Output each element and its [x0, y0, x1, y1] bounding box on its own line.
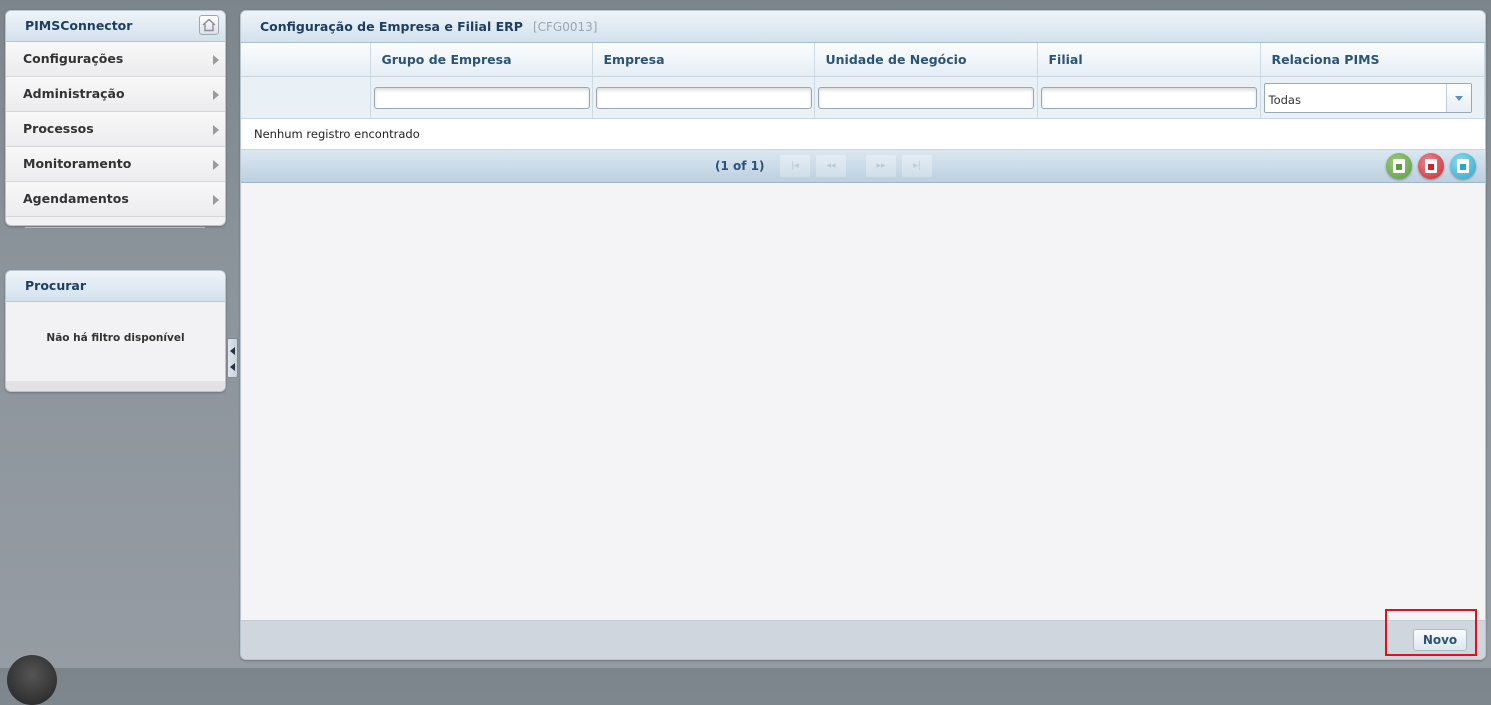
page-title: Configuração de Empresa e Filial ERP	[260, 19, 523, 34]
export-csv-icon[interactable]	[1450, 153, 1476, 179]
menu-item-label: Configurações	[23, 51, 124, 66]
empresa-filter-input[interactable]	[595, 86, 812, 109]
previous-page-button[interactable]: ◂◂	[816, 155, 846, 177]
no-filter-message: Não há filtro disponível	[46, 332, 185, 344]
column-header-relaciona-pims[interactable]: Relaciona PIMS	[1260, 43, 1485, 77]
column-header-select	[241, 43, 371, 77]
home-icon	[202, 18, 216, 32]
filter-row: Todas	[241, 76, 1485, 119]
collapse-sidebar-handle[interactable]	[227, 338, 238, 378]
highlight-box	[1385, 609, 1477, 656]
menu-item-label: Agendamentos	[23, 191, 129, 206]
next-page-button[interactable]: ▸▸	[866, 155, 896, 177]
chevron-down-icon	[1454, 95, 1463, 101]
collapse-left-icon	[230, 347, 235, 355]
filial-filter-input[interactable]	[1040, 86, 1257, 109]
menu-item-label: Monitoramento	[23, 156, 132, 171]
dropdown-button[interactable]	[1445, 83, 1471, 112]
grupo-empresa-filter-input[interactable]	[373, 86, 590, 109]
chevron-right-icon	[213, 195, 219, 205]
user-avatar[interactable]	[7, 655, 57, 705]
search-panel-title: Procurar	[6, 271, 225, 302]
menu-item-label: Processos	[23, 121, 94, 136]
last-page-button[interactable]: ▸|	[902, 155, 932, 177]
page-code: [CFG0013]	[532, 20, 598, 34]
export-excel-icon[interactable]	[1386, 153, 1412, 179]
menu-item-processos[interactable]: Processos	[6, 112, 225, 147]
empty-message: Nenhum registro encontrado	[241, 119, 1485, 150]
filter-cell-empty	[241, 76, 371, 119]
column-header-unidade-negocio[interactable]: Unidade de Negócio	[814, 43, 1038, 77]
main-panel: Configuração de Empresa e Filial ERP [CFG…	[240, 10, 1486, 660]
paginator: (1 of 1) |◂ ◂◂ ▸▸ ▸|	[241, 150, 1485, 183]
menu-header: PIMSConnector	[6, 11, 225, 42]
column-header-grupo-empresa[interactable]: Grupo de Empresa	[370, 43, 593, 77]
search-panel-footer	[6, 381, 225, 391]
home-button[interactable]	[199, 15, 219, 35]
app-title: PIMSConnector	[25, 18, 133, 33]
chevron-right-icon	[213, 90, 219, 100]
page-header: Configuração de Empresa e Filial ERP [CFG…	[241, 11, 1485, 43]
chevron-right-icon	[213, 125, 219, 135]
relaciona-pims-selected-value: Todas	[1268, 92, 1301, 107]
menu-item-configuracoes[interactable]: Configurações	[6, 42, 225, 77]
page-report: (1 of 1)	[715, 159, 765, 173]
unidade-negocio-filter-input[interactable]	[817, 86, 1034, 109]
table-header-row: Grupo de Empresa Empresa Unidade de Negó…	[241, 43, 1485, 77]
menu-divider	[25, 227, 205, 228]
first-page-button[interactable]: |◂	[780, 155, 810, 177]
chevron-right-icon	[213, 160, 219, 170]
menu-item-label: Administração	[23, 86, 125, 101]
menu-item-monitoramento[interactable]: Monitoramento	[6, 147, 225, 182]
export-pdf-icon[interactable]	[1418, 153, 1444, 179]
data-table: Grupo de Empresa Empresa Unidade de Negó…	[241, 43, 1485, 119]
chevron-right-icon	[213, 55, 219, 65]
navigation-menu: PIMSConnector Configurações Administraçã…	[5, 10, 226, 226]
menu-item-agendamentos[interactable]: Agendamentos	[6, 182, 225, 217]
menu-item-administracao[interactable]: Administração	[6, 77, 225, 112]
collapse-left-icon	[230, 363, 235, 371]
column-header-filial[interactable]: Filial	[1037, 43, 1261, 77]
search-panel: Procurar Não há filtro disponível	[5, 270, 226, 392]
action-bar: Novo	[241, 620, 1485, 659]
relaciona-pims-select[interactable]: Todas	[1263, 82, 1472, 113]
column-header-empresa[interactable]: Empresa	[592, 43, 815, 77]
